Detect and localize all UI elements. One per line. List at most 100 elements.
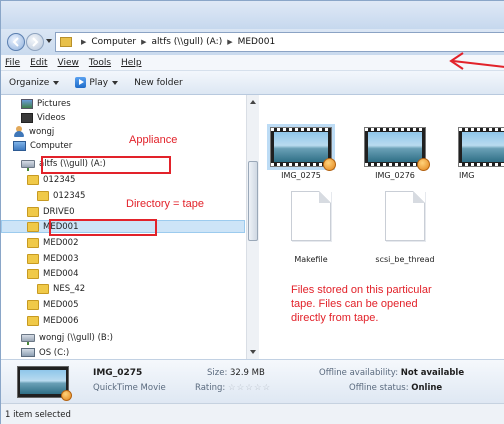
menu-edit[interactable]: Edit [30,58,47,68]
tree-item-label: MED003 [43,253,79,264]
tree-item-med005[interactable]: MED005 [27,298,78,311]
tape-highlight-box [49,219,157,236]
tree-item-012345[interactable]: 012345 [27,173,75,186]
navigation-scrollbar[interactable] [246,95,259,359]
explorer-window: ▶ Computer ▶ altfs (\\gull) (A:) ▶ MED00… [0,0,504,424]
tree-item-nes42[interactable]: NES_42 [37,282,85,295]
size-label: Size: [207,368,228,378]
file-name: IMG_0276 [375,171,415,180]
tree-item-med003[interactable]: MED003 [27,252,78,265]
file-item[interactable]: IMG_0275 [265,124,337,180]
forward-arrow-icon [32,37,39,47]
offline-status-value: Online [411,383,443,393]
tree-item-label: NES_42 [53,283,86,294]
video-thumbnail-icon [267,124,336,171]
tree-item-computer[interactable]: Computer [13,139,72,152]
folder-icon [37,283,49,294]
recent-pages-dropdown[interactable] [46,39,52,43]
folder-icon [27,253,39,264]
menu-bar: File Edit View Tools Help [1,55,504,71]
network-drive-icon [21,333,35,345]
pointer-arrow-icon [449,52,504,70]
folder-icon [27,221,39,232]
details-pane: IMG_0275 QuickTime Movie Size: 32.9 MB R… [1,359,504,403]
breadcrumb-separator-icon[interactable]: ▶ [141,38,146,46]
tree-item-med006[interactable]: MED006 [27,314,78,327]
appliance-highlight-box [41,156,171,174]
scroll-down-icon[interactable] [250,350,256,354]
scroll-up-icon[interactable] [250,100,256,104]
tree-item-os-drive[interactable]: OS (C:) [21,346,69,359]
menu-tools[interactable]: Tools [89,58,111,68]
tree-item-012345-sub[interactable]: 012345 [37,189,85,202]
breadcrumb-folder[interactable]: MED001 [238,37,276,47]
forward-button[interactable] [26,33,44,51]
tree-item-wongj-drive[interactable]: wongj (\\gull) (B:) [21,331,113,345]
file-item[interactable]: IMG_0276 [359,127,431,180]
quicktime-icon [61,390,72,401]
file-item[interactable]: IMG [453,127,504,180]
chevron-down-icon [112,80,119,85]
play-label: Play [89,77,109,88]
organize-button[interactable]: Organize [9,78,60,88]
status-text: 1 item selected [5,409,71,420]
file-name: scsi_be_thread [375,255,435,264]
document-icon [291,191,331,241]
file-name: IMG_0275 [281,171,321,180]
availability-value: Not available [400,368,465,378]
tree-item-label: MED005 [43,299,79,310]
directory-annotation: Directory = tape [126,198,204,210]
tree-item-wongj[interactable]: wongj [13,125,54,138]
breadcrumb-drive[interactable]: altfs (\\gull) (A:) [152,37,223,47]
tree-item-med004[interactable]: MED004 [27,267,78,280]
document-icon [385,191,425,241]
menu-file[interactable]: File [5,58,20,68]
menu-view[interactable]: View [58,58,79,68]
breadcrumb-computer[interactable]: Computer [91,37,136,47]
folder-icon [27,237,39,248]
back-arrow-icon [12,37,19,47]
tree-item-label: OS (C:) [39,347,70,358]
address-bar[interactable]: ▶ Computer ▶ altfs (\\gull) (A:) ▶ MED00… [55,32,504,52]
tree-item-med002[interactable]: MED002 [27,236,78,249]
folder-icon [27,299,39,310]
tree-item-drive0[interactable]: DRIVE0 [27,205,75,218]
new-folder-button[interactable]: New folder [134,78,183,88]
user-icon [13,126,25,137]
videos-icon [21,112,33,123]
files-annotation-line: Files stored on this particular [291,284,432,296]
play-icon [75,77,87,88]
network-drive-icon [21,159,35,171]
tree-item-pictures[interactable]: Pictures [21,97,71,110]
breadcrumb-separator-icon[interactable]: ▶ [227,38,232,46]
tree-item-label: MED002 [43,237,79,248]
tree-item-label: wongj (\\gull) (B:) [39,332,113,343]
play-button[interactable]: Play [75,77,119,88]
menu-help[interactable]: Help [121,58,142,68]
tree-item-label: DRIVE0 [43,206,75,217]
video-thumbnail-icon [17,366,72,401]
video-thumbnail-icon [364,127,430,171]
computer-icon [13,140,26,151]
file-item[interactable]: scsi_be_thread [369,191,441,264]
command-bar: Organize Play New folder [1,71,504,95]
file-item[interactable]: Makefile [275,191,347,264]
tree-item-label: MED004 [43,268,79,279]
chevron-down-icon [53,80,60,85]
scrollbar-thumb[interactable] [248,161,258,241]
tree-item-label: Computer [30,140,73,151]
details-file-type: QuickTime Movie [93,383,166,393]
rating-stars[interactable]: ☆☆☆☆☆ [228,383,271,393]
address-row: ▶ Computer ▶ altfs (\\gull) (A:) ▶ MED00… [1,29,504,55]
files-annotation-line: directly from tape. [291,312,379,324]
appliance-annotation: Appliance [129,134,178,146]
back-button[interactable] [7,33,25,51]
quicktime-icon [417,158,430,171]
breadcrumb-separator-icon[interactable]: ▶ [81,38,86,46]
status-bar: 1 item selected [1,403,504,424]
tree-item-label: MED006 [43,315,79,326]
folder-icon [27,268,39,279]
availability-label: Offline availability: [319,368,399,378]
tree-item-videos[interactable]: Videos [21,111,65,124]
pictures-icon [21,98,33,109]
